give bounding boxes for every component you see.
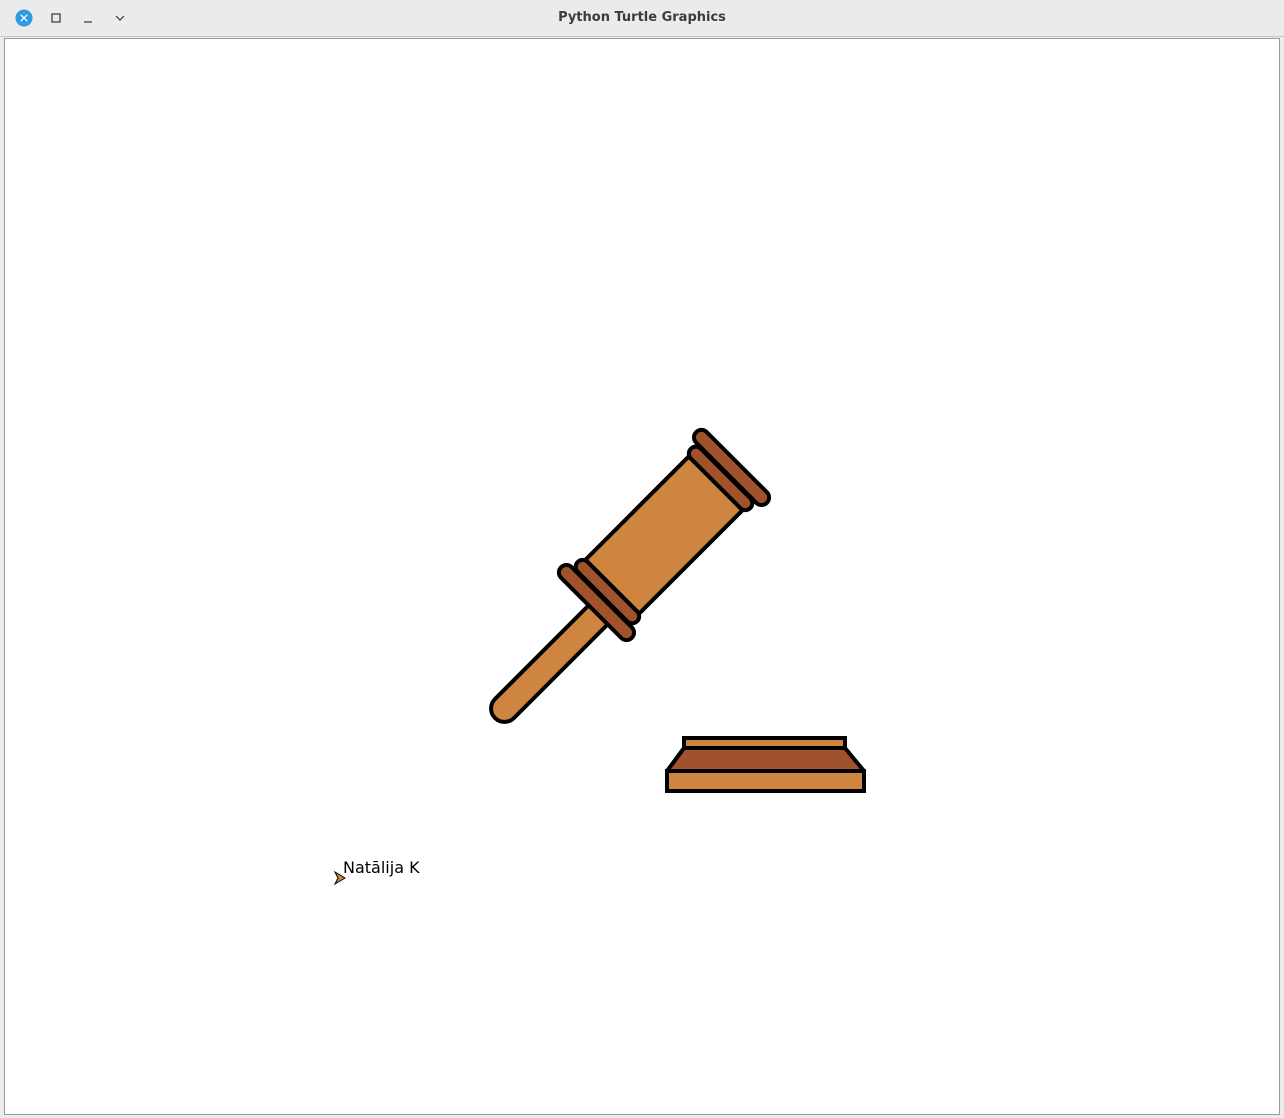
- author-label: Natālija K: [343, 858, 420, 877]
- sound-block-base: [665, 769, 866, 793]
- gavel-drawing: [333, 427, 866, 886]
- title-bar[interactable]: Python Turtle Graphics: [0, 0, 1284, 37]
- app-window: Python Turtle Graphics Natālija K: [0, 0, 1284, 1118]
- sound-block-middle: [665, 746, 866, 773]
- window-title: Python Turtle Graphics: [558, 10, 726, 25]
- sound-block: [665, 736, 866, 793]
